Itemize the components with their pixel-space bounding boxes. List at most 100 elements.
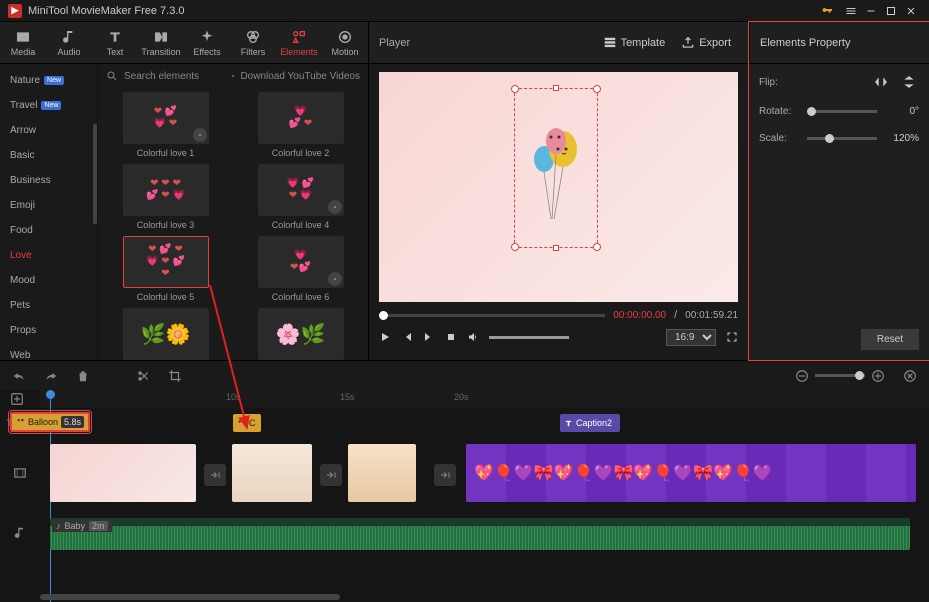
transition-button[interactable] bbox=[434, 464, 456, 486]
download-youtube-link[interactable]: Download YouTube Videos bbox=[228, 71, 360, 82]
maximize-icon[interactable] bbox=[881, 1, 901, 21]
zoom-in-icon[interactable] bbox=[871, 369, 885, 383]
elements-track[interactable]: Track1 Balloon 5.8s C Caption2 bbox=[0, 408, 929, 438]
element-card[interactable]: 💗❤💕Colorful love 6 bbox=[243, 236, 358, 302]
category-item[interactable]: Basic bbox=[0, 143, 97, 168]
element-card[interactable]: ❤ ❤ ❤💕 ❤ 💗Colorful love 3 bbox=[108, 164, 223, 230]
tab-media[interactable]: Media bbox=[0, 22, 46, 63]
music-note-icon: ♪ bbox=[56, 521, 61, 531]
resize-handle[interactable] bbox=[553, 245, 559, 251]
timeline-ruler[interactable]: 10s 15s 20s bbox=[40, 390, 929, 408]
category-item[interactable]: Business bbox=[0, 168, 97, 193]
scale-value: 120% bbox=[885, 133, 919, 144]
crop-icon[interactable] bbox=[168, 369, 182, 383]
flip-horizontal-icon[interactable] bbox=[871, 74, 891, 90]
delete-icon[interactable] bbox=[76, 369, 90, 383]
fit-icon[interactable] bbox=[903, 369, 917, 383]
template-button[interactable]: Template bbox=[595, 36, 674, 50]
scrub-knob[interactable] bbox=[379, 311, 388, 320]
search-input[interactable]: Search elements bbox=[124, 71, 199, 82]
resize-handle[interactable] bbox=[511, 85, 519, 93]
scrub-bar[interactable] bbox=[379, 314, 605, 317]
tab-text[interactable]: Text bbox=[92, 22, 138, 63]
scale-label: Scale: bbox=[759, 133, 799, 144]
export-button[interactable]: Export bbox=[673, 36, 739, 50]
stop-icon[interactable] bbox=[445, 331, 457, 343]
category-item[interactable]: Props bbox=[0, 318, 97, 343]
element-card[interactable]: ❤ 💕 ❤💗 ❤ 💕❤Colorful love 5 bbox=[108, 236, 223, 302]
tab-audio[interactable]: Audio bbox=[46, 22, 92, 63]
flip-label: Flip: bbox=[759, 77, 799, 88]
prev-frame-icon[interactable] bbox=[401, 331, 413, 343]
next-frame-icon[interactable] bbox=[423, 331, 435, 343]
resize-handle[interactable] bbox=[593, 85, 601, 93]
rotate-slider[interactable] bbox=[807, 110, 877, 113]
category-item[interactable]: Emoji bbox=[0, 193, 97, 218]
video-clip[interactable] bbox=[232, 444, 312, 502]
tab-filters[interactable]: Filters bbox=[230, 22, 276, 63]
zoom-slider[interactable] bbox=[815, 374, 865, 377]
audio-clip[interactable]: ♪Baby2m bbox=[50, 518, 910, 550]
volume-icon[interactable] bbox=[467, 331, 479, 343]
key-icon[interactable] bbox=[817, 1, 837, 21]
category-item[interactable]: NatureNew bbox=[0, 68, 97, 93]
caption-clip[interactable]: Caption2 bbox=[560, 414, 620, 432]
play-icon[interactable] bbox=[379, 331, 391, 343]
tab-elements[interactable]: Elements bbox=[276, 22, 322, 63]
scale-slider[interactable] bbox=[807, 137, 877, 140]
transition-button[interactable] bbox=[204, 464, 226, 486]
video-track[interactable]: 💖🎈💜🎀💖🎈💜🎀💖🎈💜🎀💖🎈💜 bbox=[0, 438, 929, 508]
element-name: Colorful love 1 bbox=[137, 148, 195, 158]
redo-icon[interactable] bbox=[44, 369, 58, 383]
element-card[interactable]: ❤ 💕💗 ❤Colorful love 1 bbox=[108, 92, 223, 158]
selection-box[interactable] bbox=[514, 88, 598, 248]
element-card[interactable]: 💗 💕❤ 💗Colorful love 4 bbox=[243, 164, 358, 230]
element-icon bbox=[16, 417, 25, 427]
timeline-scrollbar[interactable] bbox=[40, 594, 919, 600]
audio-track[interactable]: ♪Baby2m bbox=[0, 508, 929, 558]
balloon-clip[interactable]: Balloon 5.8s bbox=[10, 412, 90, 432]
preview-canvas[interactable] bbox=[379, 72, 738, 302]
category-item[interactable]: Mood bbox=[0, 268, 97, 293]
minimize-icon[interactable] bbox=[861, 1, 881, 21]
resize-handle[interactable] bbox=[593, 243, 601, 251]
download-icon[interactable] bbox=[193, 128, 207, 142]
volume-slider[interactable] bbox=[489, 336, 569, 339]
resize-handle[interactable] bbox=[511, 243, 519, 251]
flip-vertical-icon[interactable] bbox=[899, 74, 919, 90]
undo-icon[interactable] bbox=[12, 369, 26, 383]
category-item[interactable]: Pets bbox=[0, 293, 97, 318]
download-icon[interactable] bbox=[328, 272, 342, 286]
element-card[interactable]: 🌸🌿 bbox=[243, 308, 358, 364]
element-card[interactable]: 💗💕 ❤Colorful love 2 bbox=[243, 92, 358, 158]
element-card[interactable]: 🌿🌼 bbox=[108, 308, 223, 364]
reset-button[interactable]: Reset bbox=[861, 329, 919, 350]
tab-motion[interactable]: Motion bbox=[322, 22, 368, 63]
category-item[interactable]: Food bbox=[0, 218, 97, 243]
tab-transition[interactable]: Transition bbox=[138, 22, 184, 63]
video-clip[interactable]: 💖🎈💜🎀💖🎈💜🎀💖🎈💜🎀💖🎈💜 bbox=[466, 444, 916, 502]
category-item[interactable]: Love bbox=[0, 243, 97, 268]
resize-handle[interactable] bbox=[553, 85, 559, 91]
transition-button[interactable] bbox=[320, 464, 342, 486]
element-clip-2[interactable]: C bbox=[233, 414, 261, 432]
audio-settings-icon[interactable] bbox=[763, 369, 777, 383]
time-current: 00:00:00.00 bbox=[613, 310, 666, 321]
menu-icon[interactable] bbox=[841, 1, 861, 21]
video-track-icon bbox=[13, 466, 27, 480]
video-clip[interactable] bbox=[50, 444, 196, 502]
timeline: 10s 15s 20s Track1 Balloon 5.8s C Captio… bbox=[0, 390, 929, 602]
category-item[interactable]: Arrow bbox=[0, 118, 97, 143]
tab-effects[interactable]: Effects bbox=[184, 22, 230, 63]
video-clip[interactable] bbox=[348, 444, 416, 502]
zoom-out-icon[interactable] bbox=[795, 369, 809, 383]
fullscreen-icon[interactable] bbox=[726, 331, 738, 343]
download-icon[interactable] bbox=[328, 200, 342, 214]
add-track-icon[interactable] bbox=[10, 392, 24, 409]
close-icon[interactable] bbox=[901, 1, 921, 21]
cut-icon[interactable] bbox=[136, 369, 150, 383]
category-item[interactable]: Web bbox=[0, 343, 97, 360]
aspect-select[interactable]: 16:9 bbox=[666, 329, 716, 346]
sidebar-scrollbar[interactable] bbox=[93, 124, 97, 224]
category-item[interactable]: TravelNew bbox=[0, 93, 97, 118]
